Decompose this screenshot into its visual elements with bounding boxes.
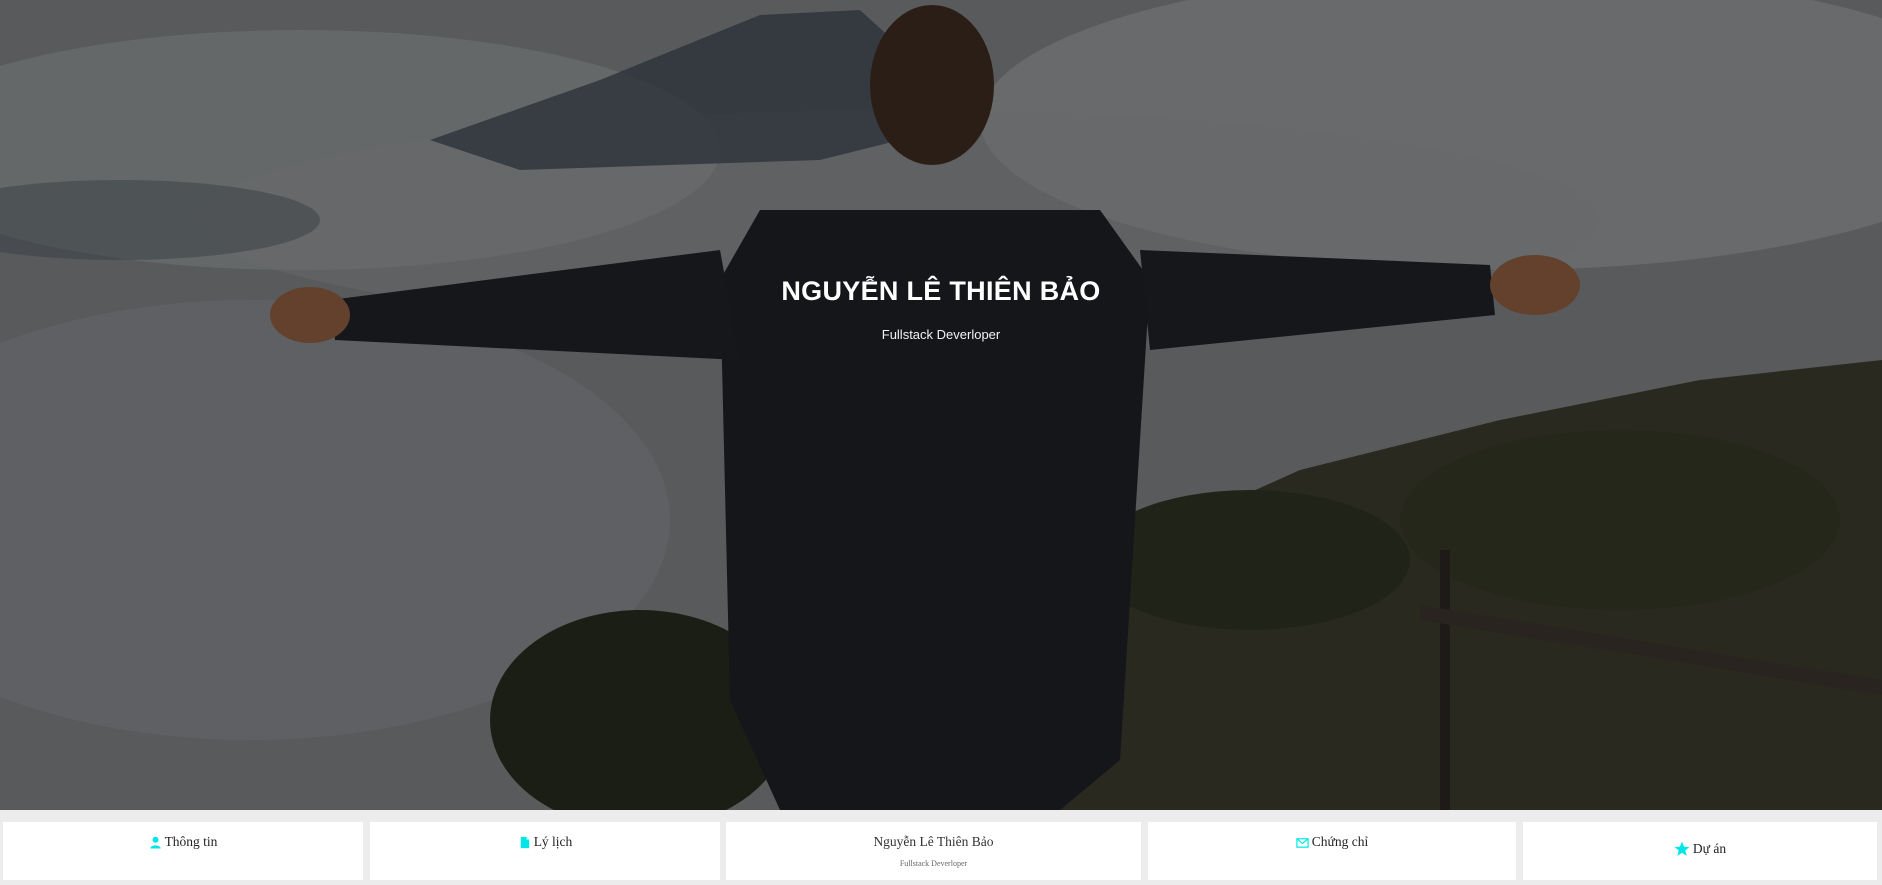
brand-subtitle: Fullstack Deverloper bbox=[899, 859, 968, 868]
nav-item-label: Chứng chỉ bbox=[1311, 834, 1369, 849]
user-icon bbox=[149, 836, 161, 849]
hero-banner: NGUYỄN LÊ THIÊN BẢO Fullstack Deverloper bbox=[0, 0, 1882, 810]
envelope-icon bbox=[1296, 837, 1309, 848]
hero-title: NGUYỄN LÊ THIÊN BẢO bbox=[781, 276, 1101, 306]
nav-brand[interactable]: Nguyễn Lê Thiên Bảo Fullstack Deverloper bbox=[726, 822, 1141, 880]
hero-subtitle: Fullstack Deverloper bbox=[881, 327, 1001, 342]
brand-name: Nguyễn Lê Thiên Bảo bbox=[873, 834, 994, 849]
nav-item-label: Dự án bbox=[1692, 841, 1727, 856]
nav-item-label: Thông tin bbox=[164, 834, 218, 849]
nav-item-resume[interactable]: Lý lịch bbox=[370, 822, 720, 880]
nav-item-certificates[interactable]: Chứng chỉ bbox=[1148, 822, 1516, 880]
nav-item-projects[interactable]: Dự án bbox=[1523, 822, 1877, 880]
nav-item-label: Lý lịch bbox=[533, 834, 573, 849]
file-icon bbox=[520, 836, 529, 848]
star-icon bbox=[1674, 841, 1690, 856]
hero-overlay bbox=[0, 0, 1882, 810]
nav-item-info[interactable]: Thông tin bbox=[3, 822, 363, 880]
